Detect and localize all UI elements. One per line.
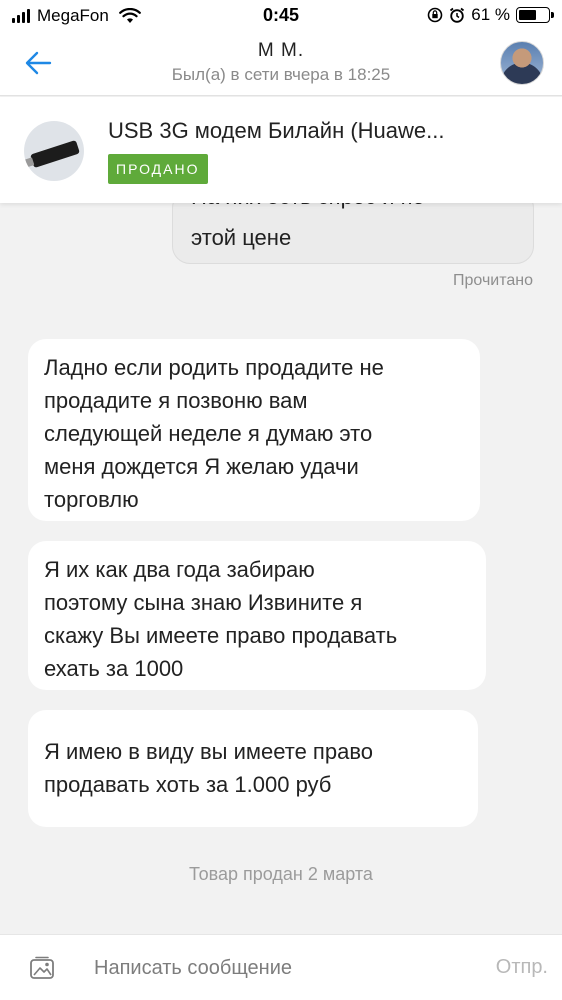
incoming-message[interactable]: Я имею в виду вы имеете право продавать … <box>28 710 478 827</box>
message-line: ехать за 1000 <box>44 656 184 681</box>
product-card[interactable]: USB 3G модем Билайн (Huawe... ПРОДАНО <box>0 97 562 203</box>
status-right: 61 % <box>427 5 554 25</box>
status-bar: MegaFon 0:45 61 % <box>0 0 562 32</box>
read-status: Прочитано <box>453 272 533 289</box>
last-seen-status: Был(а) в сети вчера в 18:25 <box>171 65 391 84</box>
product-thumbnail <box>24 121 84 181</box>
contact-name: М М. <box>257 40 305 61</box>
message-line: Я имею в виду вы имеете право <box>44 739 373 764</box>
sold-badge: ПРОДАНО <box>108 154 208 184</box>
message-line: продавать хоть за 1.000 руб <box>44 772 332 797</box>
alarm-icon <box>450 7 465 23</box>
message-line: продадите я позвоню вам <box>44 388 308 413</box>
message-input[interactable] <box>94 953 454 983</box>
message-line: скажу Вы имеете право продавать <box>44 623 398 648</box>
message-line: меня дождется Я желаю удачи <box>44 454 359 479</box>
message-line: этой цене <box>191 225 292 250</box>
chat-header: М М. Был(а) в сети вчера в 18:25 <box>0 32 562 96</box>
contact-avatar[interactable] <box>500 41 544 85</box>
send-button[interactable]: Отпр. <box>496 956 548 979</box>
incoming-message[interactable]: Ладно если родить продадите не продадите… <box>28 339 480 521</box>
chat-screen: MegaFon 0:45 61 % М М. Был(а) в сети вче… <box>0 0 562 1000</box>
sold-date-note: Товар продан 2 марта <box>189 864 373 884</box>
message-line: Ладно если родить продадите не <box>44 355 384 380</box>
message-line: Я их как два года забираю <box>44 557 315 582</box>
usb-modem-image <box>30 139 80 169</box>
rotation-lock-icon <box>427 7 443 23</box>
message-line: поэтому сына знаю Извините я <box>44 590 363 615</box>
message-composer: Отпр. <box>0 934 562 1000</box>
product-title: USB 3G модем Билайн (Huawe... <box>108 118 445 143</box>
message-line: торговлю <box>44 487 139 512</box>
message-line: следующей неделе я думаю это <box>44 421 373 446</box>
battery-percent: 61 % <box>471 5 510 24</box>
battery-fill <box>519 10 537 20</box>
incoming-message[interactable]: Я их как два года забираю поэтому сына з… <box>28 541 486 690</box>
battery-icon <box>516 7 554 23</box>
photo-attach-icon[interactable] <box>28 955 56 981</box>
